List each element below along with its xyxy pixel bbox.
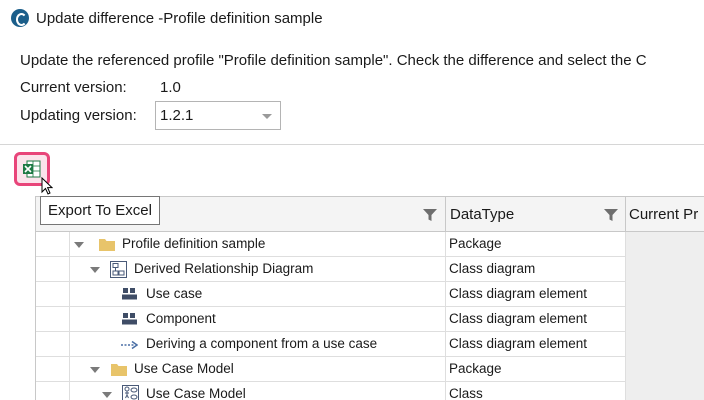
name-cell: Use Case Model — [70, 357, 446, 382]
chevron-down-icon[interactable] — [102, 392, 112, 398]
current-cell — [626, 382, 704, 400]
current-cell — [626, 357, 704, 382]
export-tooltip: Export To Excel — [40, 196, 160, 225]
current-version-value: 1.0 — [160, 79, 181, 96]
instruction-text: Update the referenced profile "Profile d… — [20, 52, 647, 69]
column-header-datatype[interactable]: DataType — [446, 197, 626, 232]
updating-version-value: 1.2.1 — [160, 107, 194, 124]
column-header-datatype-label: DataType — [450, 206, 515, 223]
difference-grid: DataType Current Pr Profile definition s… — [35, 196, 704, 400]
table-row[interactable]: Use Case Model Package — [36, 357, 704, 382]
name-cell: Component — [70, 307, 446, 332]
column-header-current-label: Current Pr — [629, 206, 699, 223]
row-name: Use Case Model — [134, 361, 234, 376]
current-cell — [626, 307, 704, 332]
name-cell: Deriving a component from a use case — [70, 332, 446, 357]
row-name: Component — [146, 311, 216, 326]
type-cell: Class diagram — [446, 257, 626, 282]
app-logo-icon — [11, 9, 29, 27]
name-cell: Use case — [70, 282, 446, 307]
chevron-down-icon[interactable] — [262, 114, 272, 119]
current-cell — [626, 282, 704, 307]
row-name: Deriving a component from a use case — [146, 336, 378, 351]
class-diagram-icon — [110, 261, 127, 278]
row-gutter — [36, 357, 70, 382]
filter-icon[interactable] — [423, 208, 437, 222]
current-version-label: Current version: — [20, 79, 127, 96]
chevron-down-icon[interactable] — [74, 242, 84, 248]
excel-export-icon — [23, 160, 41, 178]
window-title: Update difference -Profile definition sa… — [36, 10, 323, 27]
column-header-current[interactable]: Current Pr — [626, 197, 704, 232]
class-icon — [122, 385, 139, 400]
type-cell: Package — [446, 357, 626, 382]
chevron-down-icon[interactable] — [90, 267, 100, 273]
updating-version-select[interactable]: 1.2.1 — [155, 101, 281, 130]
filter-icon[interactable] — [604, 208, 618, 222]
type-cell: Class — [446, 382, 626, 400]
row-name: Use Case Model — [146, 386, 246, 400]
type-cell: Class diagram element — [446, 307, 626, 332]
table-row[interactable]: Use case Class diagram element — [36, 282, 704, 307]
type-cell: Class diagram element — [446, 332, 626, 357]
row-name: Derived Relationship Diagram — [134, 261, 314, 276]
row-gutter — [36, 232, 70, 257]
name-cell: Use Case Model — [70, 382, 446, 400]
element-icon — [122, 288, 137, 300]
table-row[interactable]: Derived Relationship Diagram Class diagr… — [36, 257, 704, 282]
type-cell: Class diagram element — [446, 282, 626, 307]
row-gutter — [36, 382, 70, 400]
dependency-icon — [121, 340, 138, 350]
row-name: Profile definition sample — [122, 236, 266, 251]
current-cell — [626, 257, 704, 282]
element-icon — [122, 313, 137, 325]
divider — [0, 144, 704, 145]
chevron-down-icon[interactable] — [90, 367, 100, 373]
row-gutter — [36, 332, 70, 357]
type-cell: Package — [446, 232, 626, 257]
row-gutter — [36, 307, 70, 332]
row-gutter — [36, 257, 70, 282]
current-cell — [626, 232, 704, 257]
row-name: Use case — [146, 286, 203, 301]
row-gutter — [36, 282, 70, 307]
updating-version-label: Updating version: — [20, 107, 137, 124]
table-row[interactable]: Use Case Model Class — [36, 382, 704, 400]
table-row[interactable]: Profile definition sample Package — [36, 232, 704, 257]
table-row[interactable]: Deriving a component from a use case Cla… — [36, 332, 704, 357]
folder-icon — [99, 239, 115, 251]
title-bar: Update difference -Profile definition sa… — [0, 0, 704, 38]
current-cell — [626, 332, 704, 357]
folder-icon — [111, 364, 127, 376]
table-row[interactable]: Component Class diagram element — [36, 307, 704, 332]
mouse-cursor-icon — [41, 177, 53, 195]
name-cell: Profile definition sample — [70, 232, 446, 257]
name-cell: Derived Relationship Diagram — [70, 257, 446, 282]
